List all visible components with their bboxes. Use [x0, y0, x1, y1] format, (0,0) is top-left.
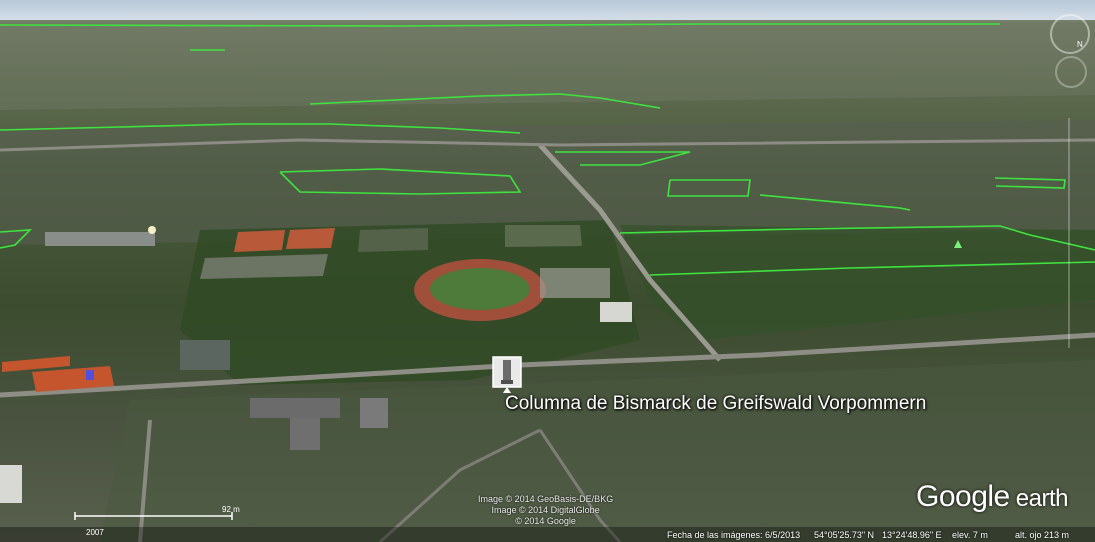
far-fields — [0, 22, 1095, 110]
sports-field-north — [358, 228, 428, 252]
stadium-grandstand — [540, 268, 610, 298]
orange-roof-building-2 — [2, 356, 70, 372]
campus-building — [250, 398, 340, 418]
tennis-courts-1 — [234, 230, 285, 252]
imagery-date: Fecha de las imágenes: 6/5/2013 — [667, 530, 801, 540]
info-marker — [148, 226, 156, 234]
white-building — [600, 302, 632, 322]
poi-marker — [86, 370, 94, 380]
gray-block — [180, 340, 230, 370]
eye-altitude-readout: alt. ojo 213 m — [1015, 530, 1070, 540]
timeline-year[interactable]: 2007 — [86, 528, 104, 537]
look-joystick-icon[interactable] — [1055, 56, 1087, 88]
elevation-readout: elev. 7 m — [952, 530, 988, 540]
zoom-slider[interactable] — [1068, 118, 1070, 348]
sports-field-grey — [200, 254, 328, 279]
stadium-field — [430, 268, 530, 310]
imagery-attribution: Image © 2014 GeoBasis-DE/BKG Image © 201… — [478, 494, 614, 526]
aerial-features — [0, 22, 1095, 542]
compass-north-marker: N — [1077, 40, 1083, 49]
placemark-label[interactable]: Columna de Bismarck de Greifswald Vorpom… — [505, 393, 926, 415]
campus-building-2 — [290, 418, 320, 450]
earth-viewport[interactable]: Columna de Bismarck de Greifswald Vorpom… — [0, 0, 1095, 542]
campus-building-3 — [360, 398, 388, 428]
google-earth-logo: Google earth — [916, 480, 1068, 513]
monument-photo-icon[interactable] — [492, 356, 522, 394]
compass-ring-icon[interactable] — [1050, 14, 1090, 54]
white-left-building — [0, 465, 22, 503]
tennis-courts-2 — [286, 228, 335, 249]
scale-label: 92 m — [222, 505, 240, 514]
forest-east — [620, 225, 1095, 340]
long-building — [45, 232, 155, 246]
longitude-readout: 13°24'48.96" E — [882, 530, 942, 540]
sports-field-ne — [505, 225, 582, 247]
latitude-readout: 54°05'25.73" N — [814, 530, 875, 540]
